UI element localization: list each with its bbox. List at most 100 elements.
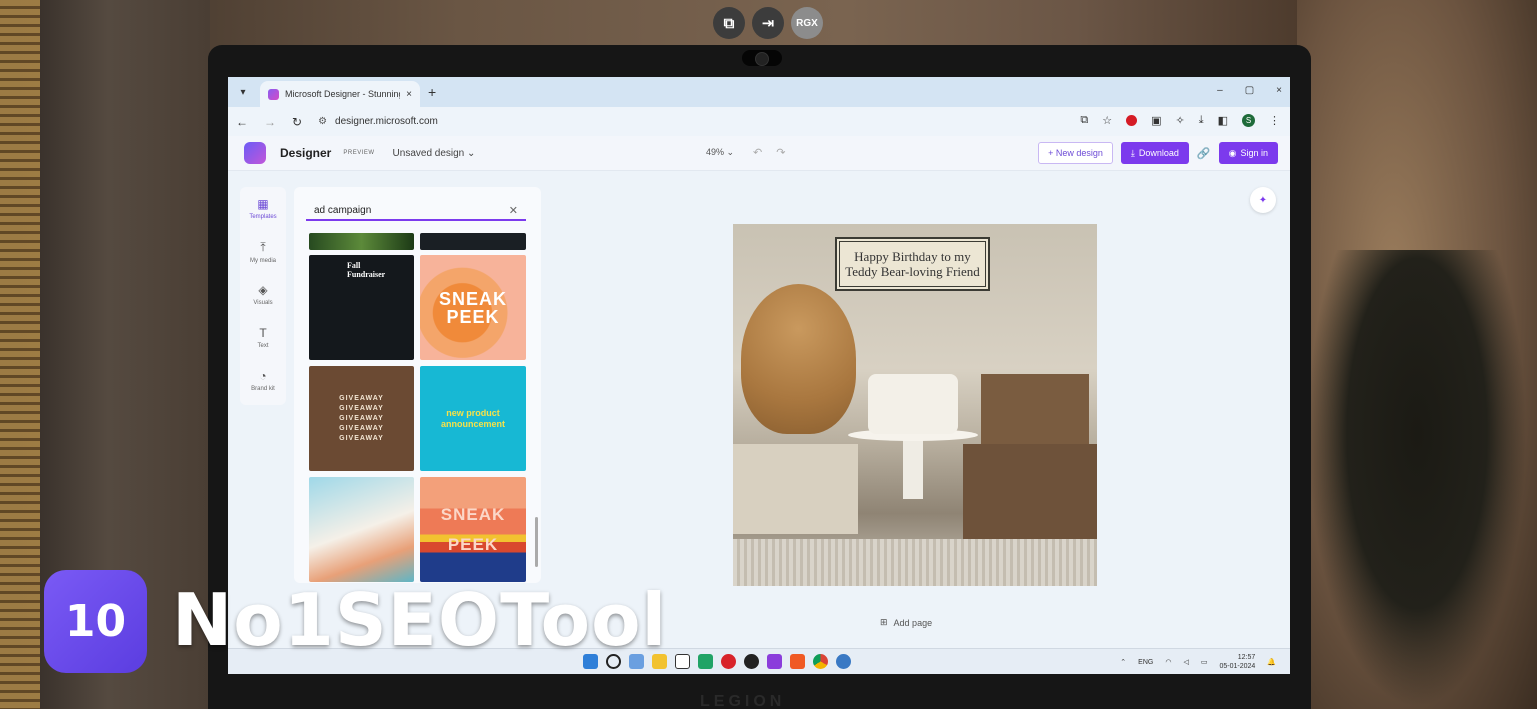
video-overlay-controls: ⧉ ⇥ RGX	[713, 7, 823, 39]
designer-logo-icon[interactable]	[244, 142, 266, 164]
undo-redo-icons[interactable]: ↶↷	[753, 146, 799, 159]
new-design-button[interactable]: + New design	[1038, 142, 1113, 164]
minimize-button[interactable]: –	[1217, 85, 1223, 96]
new-design-label: New design	[1055, 148, 1103, 158]
vivaldi-icon[interactable]	[767, 654, 782, 669]
add-page-button[interactable]: ⊞ Add page	[880, 617, 932, 628]
magic-wand-icon[interactable]: ✦	[1250, 187, 1276, 213]
brand-kit-icon: ◔	[259, 369, 267, 383]
toy-shelf	[733, 444, 858, 534]
document-name-dropdown[interactable]: Unsaved design ⌄	[393, 148, 476, 159]
sign-in-button[interactable]: ◉ Sign in	[1218, 142, 1278, 164]
rail-item-my-media[interactable]: ⤒ My media	[240, 230, 286, 273]
back-icon[interactable]: ←	[236, 115, 248, 129]
address-bar: ← → ↻ ⚙ designer.microsoft.com ⧉ ☆ ▣ ✧ ⤓…	[228, 107, 1290, 136]
close-window-button[interactable]: ×	[1276, 85, 1282, 96]
chat-icon[interactable]	[698, 654, 713, 669]
bookmark-star-icon[interactable]: ☆	[1102, 114, 1112, 127]
upload-icon: ⤒	[260, 239, 266, 254]
template-card[interactable]	[309, 477, 414, 582]
tray-chevron-icon[interactable]: ⌃	[1120, 658, 1126, 666]
site-info-icon[interactable]: ⚙	[318, 116, 327, 127]
download-button[interactable]: ⤓ Download	[1120, 142, 1189, 164]
forward-icon[interactable]: →	[264, 115, 276, 129]
preview-badge: PREVIEW	[343, 150, 375, 156]
extensions-puzzle-icon[interactable]: ✧	[1176, 114, 1185, 127]
volume-icon[interactable]: ◁	[1183, 658, 1188, 666]
downloads-icon[interactable]: ⤓	[1199, 114, 1204, 127]
template-card[interactable]: new product announcement	[420, 366, 526, 471]
wifi-icon[interactable]: ◠	[1165, 658, 1171, 666]
rail-item-templates[interactable]: ▦ Templates	[240, 187, 286, 230]
watermark-text: No1SEOTool	[172, 578, 668, 662]
zoom-dropdown[interactable]: 49% ⌄	[706, 147, 734, 158]
settings-gear-icon[interactable]	[836, 654, 851, 669]
template-card[interactable]: SNEAK PEEK	[420, 477, 526, 582]
rail-item-brand-kit[interactable]: ◔ Brand kit	[240, 359, 286, 402]
brave-icon[interactable]	[790, 654, 805, 669]
rgx-button[interactable]: RGX	[791, 7, 823, 39]
clear-search-icon[interactable]: ✕	[509, 204, 518, 217]
copy-icon[interactable]: ⧉	[713, 7, 745, 39]
template-card[interactable]: GIVEAWAY GIVEAWAY GIVEAWAY GIVEAWAY GIVE…	[309, 366, 414, 471]
lace-tablecloth	[733, 539, 1097, 586]
rail-label: My media	[249, 257, 276, 264]
rail-label: Text	[257, 343, 269, 349]
search-input[interactable]	[314, 204, 509, 216]
tab-bar: ▾ Microsoft Designer - Stunning × + – ▢ …	[228, 77, 1290, 107]
header-actions: + New design ⤓ Download 🔗 ◉ Sign in	[1038, 142, 1278, 164]
media-player-icon[interactable]	[721, 654, 736, 669]
notification-bell-icon[interactable]: 🔔	[1267, 658, 1276, 666]
chevron-down-icon: ⌄	[467, 147, 476, 159]
logo-text: 10	[64, 596, 127, 647]
designer-header: Designer PREVIEW Unsaved design ⌄ 49% ⌄ …	[228, 136, 1290, 171]
template-card[interactable]: SNEAK PEEK	[420, 255, 526, 360]
design-canvas[interactable]: Happy Birthday to my Teddy Bear-loving F…	[733, 224, 1097, 586]
rail-label: Templates	[249, 214, 277, 220]
browser-menu-icon[interactable]: ⋮	[1269, 114, 1280, 127]
template-text: SNEAK PEEK	[438, 288, 507, 327]
text-icon: T	[259, 326, 267, 340]
tab-search-icon[interactable]: ▾	[232, 81, 254, 103]
opera-extension-icon[interactable]	[1126, 115, 1138, 126]
panel-scrollbar[interactable]	[535, 517, 538, 567]
battery-icon[interactable]: ▭	[1201, 658, 1208, 666]
template-card-partial-1[interactable]	[309, 233, 414, 250]
doc-name-text: Unsaved design	[392, 147, 465, 159]
exit-icon[interactable]: ⇥	[752, 7, 784, 39]
tab-designer[interactable]: Microsoft Designer - Stunning ×	[260, 81, 420, 107]
clock[interactable]: 12:57 05-01-2024	[1219, 653, 1255, 671]
url-text: designer.microsoft.com	[335, 116, 438, 127]
share-link-icon[interactable]: 🔗	[1197, 147, 1211, 160]
add-page-icon: ⊞	[880, 617, 888, 627]
side-panel-icon[interactable]: ◧	[1218, 114, 1228, 127]
notion-icon[interactable]	[675, 654, 690, 669]
template-card[interactable]: Fall Fundraiser	[309, 255, 414, 360]
rail-label: Visuals	[253, 300, 273, 306]
template-card-partial-2[interactable]	[420, 233, 526, 250]
wooden-box	[963, 444, 1097, 544]
language-indicator[interactable]: ENG	[1138, 659, 1153, 666]
reload-icon[interactable]: ↻	[292, 115, 302, 129]
tab-title: Microsoft Designer - Stunning	[285, 89, 401, 99]
browser-toolbar: ⧉ ☆ ▣ ✧ ⤓ ◧ S ⋮	[1080, 114, 1280, 127]
url-field[interactable]: ⚙ designer.microsoft.com	[318, 116, 438, 127]
obs-icon[interactable]	[744, 654, 759, 669]
image-extension-icon[interactable]: ▣	[1151, 114, 1161, 127]
maximize-button[interactable]: ▢	[1245, 85, 1254, 96]
new-tab-button[interactable]: +	[428, 84, 436, 100]
rail-item-visuals[interactable]: ◈ Visuals	[240, 273, 286, 316]
chrome-icon[interactable]	[813, 654, 828, 669]
tab-close-icon[interactable]: ×	[406, 89, 412, 100]
install-app-icon[interactable]: ⧉	[1080, 114, 1088, 127]
birthday-sign[interactable]: Happy Birthday to my Teddy Bear-loving F…	[835, 237, 990, 291]
template-text: Fall Fundraiser	[347, 261, 386, 279]
cake-stand-stem	[903, 439, 923, 499]
user-icon: ◉	[1228, 147, 1237, 158]
window-controls: – ▢ ×	[1217, 85, 1282, 96]
webcam	[742, 50, 782, 66]
rail-label: Brand kit	[251, 386, 275, 392]
templates-icon: ▦	[257, 197, 269, 211]
profile-avatar[interactable]: S	[1242, 114, 1255, 127]
rail-item-text[interactable]: T Text	[240, 316, 286, 359]
